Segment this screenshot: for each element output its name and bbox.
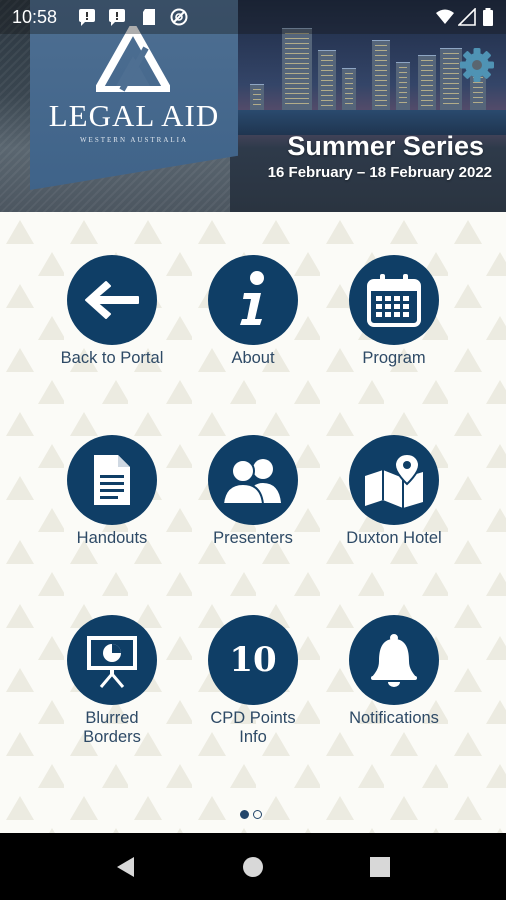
people-icon (208, 435, 298, 525)
message-notification-icon (109, 9, 125, 26)
skyline-building (418, 55, 436, 110)
message-notification-icon (79, 9, 95, 26)
number-10-icon: 10 (208, 615, 298, 705)
org-name: LEGAL AID (48, 98, 220, 133)
cpd-points-number: 10 (229, 640, 277, 680)
status-bar: 10:58 (0, 0, 506, 34)
menu-item-label: Program (362, 349, 426, 367)
legal-aid-logo-icon (96, 26, 170, 92)
menu-item-label: Presenters (213, 529, 293, 547)
event-dates: 16 February – 18 February 2022 (267, 164, 492, 181)
no-disturb-icon (170, 8, 188, 26)
menu-item-label: Handouts (76, 529, 148, 547)
system-nav-bar (0, 833, 506, 900)
event-title: Summer Series (287, 131, 484, 161)
menu-item-label: Back to Portal (60, 349, 164, 367)
skyline-building (250, 84, 264, 110)
wifi-icon (436, 9, 454, 24)
page-dot[interactable] (253, 810, 262, 819)
sd-card-icon (143, 9, 155, 25)
menu-item-label: CPD Points Info (210, 709, 296, 746)
skyline-building (342, 68, 356, 110)
map-pin-icon (349, 435, 439, 525)
presentation-icon (67, 615, 157, 705)
menu-item-notifications[interactable]: Notifications (324, 615, 464, 728)
menu-item-label: About (231, 349, 275, 367)
menu-item-about[interactable]: About (183, 255, 323, 368)
page-dot-active[interactable] (240, 810, 249, 819)
home-nav-icon[interactable] (241, 855, 265, 879)
menu-item-label: Blurred Borders (83, 709, 141, 746)
skyline-building (396, 62, 410, 110)
menu-item-blurred-borders[interactable]: Blurred Borders (42, 615, 182, 747)
recents-nav-icon[interactable] (368, 855, 392, 879)
info-icon (208, 255, 298, 345)
bell-icon (349, 615, 439, 705)
org-subtitle: WESTERN AUSTRALIA (79, 136, 189, 144)
status-time: 10:58 (12, 7, 58, 27)
calendar-icon (349, 255, 439, 345)
back-nav-icon[interactable] (114, 855, 138, 879)
page-indicator (240, 810, 262, 819)
skyline-building (318, 50, 336, 110)
skyline-building (372, 40, 390, 110)
menu-item-label: Notifications (349, 709, 439, 727)
menu-item-program[interactable]: Program (324, 255, 464, 368)
signal-icon (458, 8, 476, 26)
menu-item-label: Duxton Hotel (346, 529, 442, 547)
gear-icon[interactable] (456, 44, 498, 86)
menu-item-presenters[interactable]: Presenters (183, 435, 323, 548)
skyline-building (282, 28, 312, 110)
battery-icon (483, 8, 493, 26)
menu-item-duxton-hotel[interactable]: Duxton Hotel (324, 435, 464, 548)
document-icon (67, 435, 157, 525)
menu-item-handouts[interactable]: Handouts (42, 435, 182, 548)
back-arrow-icon (67, 255, 157, 345)
menu-item-back-to-portal[interactable]: Back to Portal (42, 255, 182, 368)
menu-item-cpd-points-info[interactable]: 10 CPD Points Info (183, 615, 323, 747)
